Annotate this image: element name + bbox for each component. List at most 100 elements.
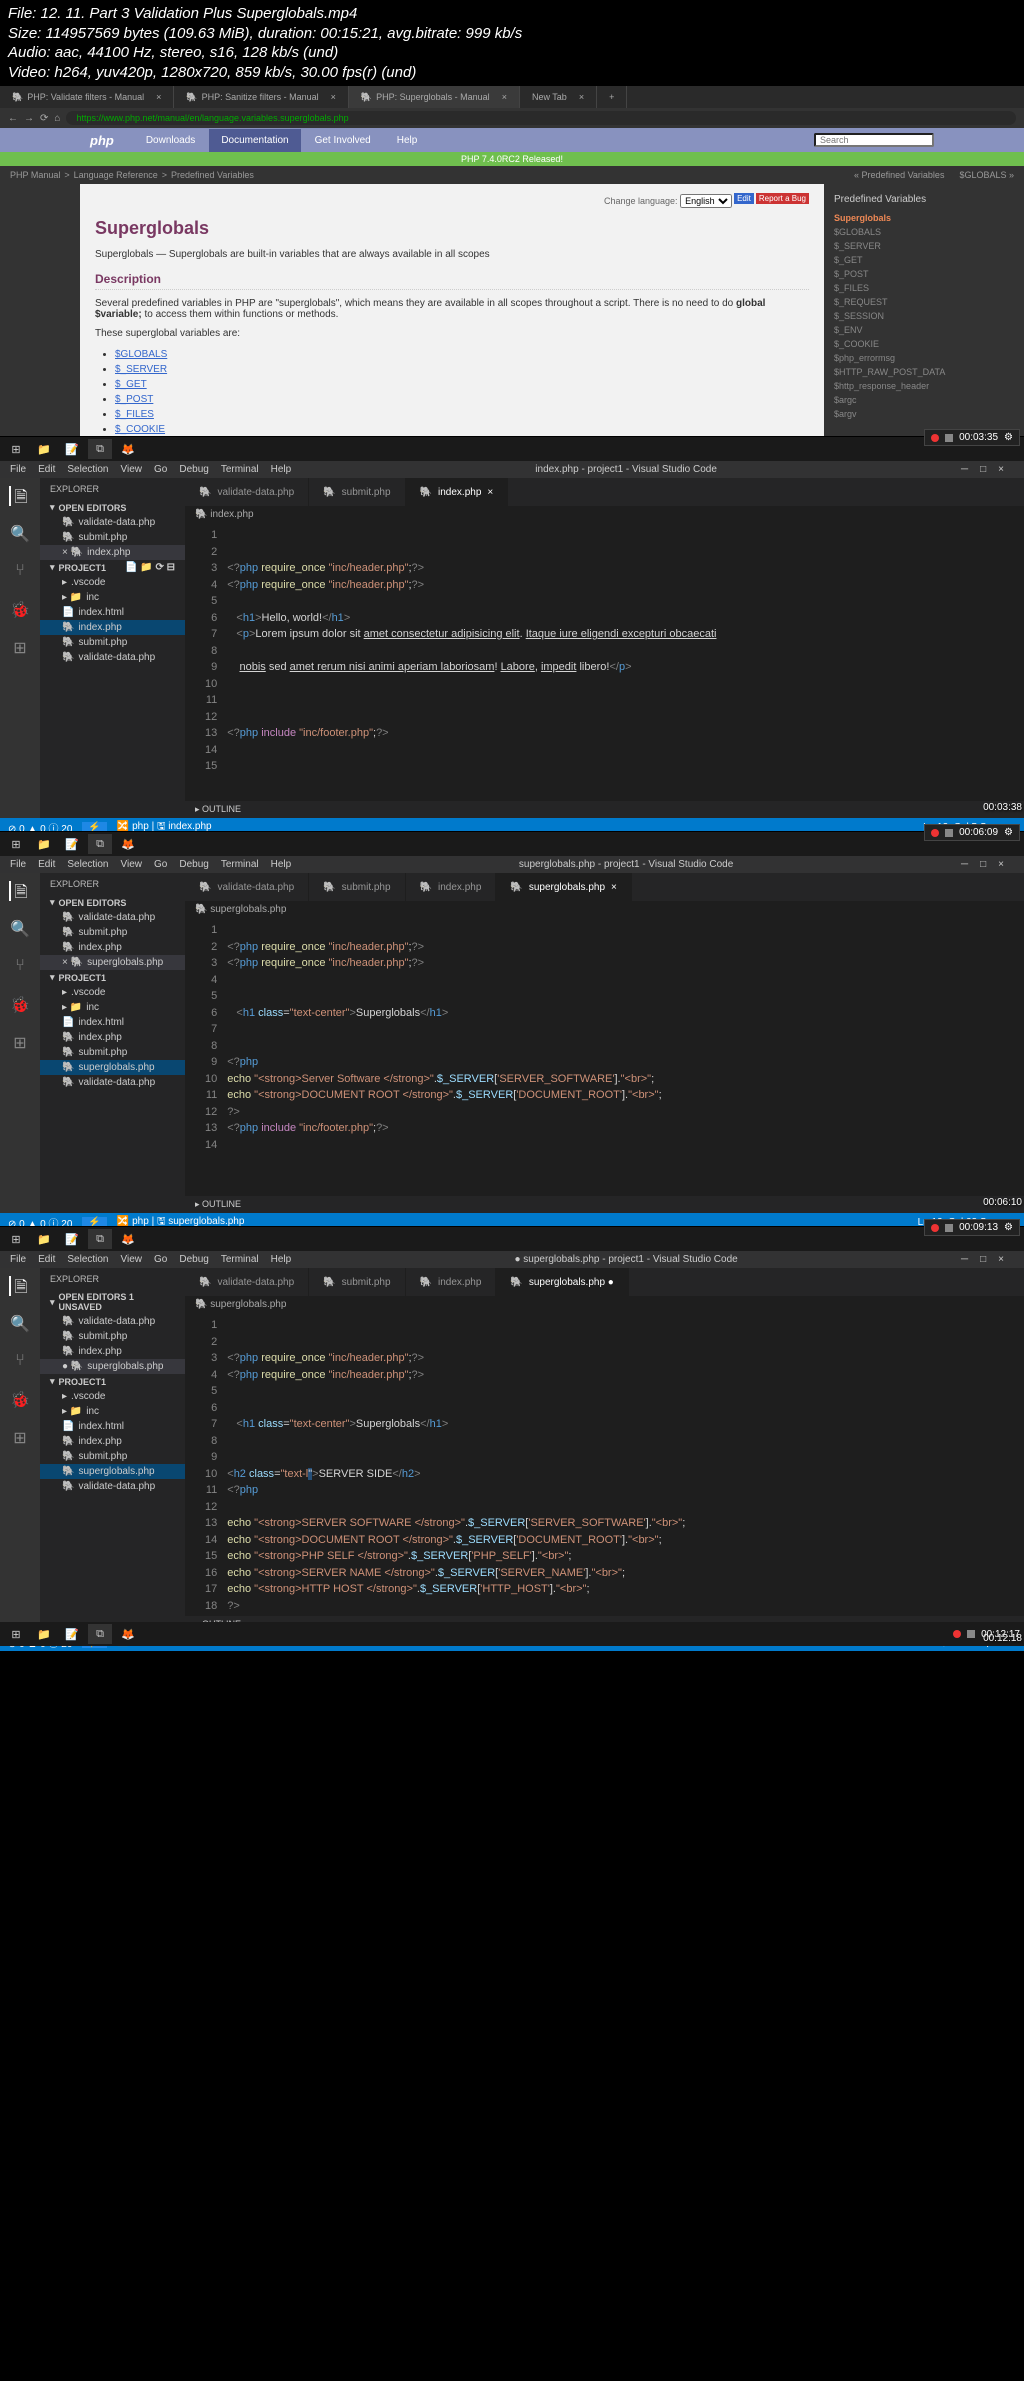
editor-item[interactable]: 🐘 submit.php xyxy=(40,1329,185,1344)
editor-item[interactable]: 🐘 index.php xyxy=(40,940,185,955)
editor-item[interactable]: 🐘 validate-data.php xyxy=(40,1314,185,1329)
tree-item[interactable]: ▸ 📁 inc xyxy=(40,1404,185,1419)
project-header[interactable]: ▾ PROJECT1 xyxy=(40,1374,185,1389)
minimize-icon[interactable]: ─ xyxy=(961,464,968,475)
code-editor[interactable]: 123456789101112131415 <?php require_once… xyxy=(185,523,1024,801)
menu-view[interactable]: View xyxy=(121,859,143,870)
tree-item[interactable]: ▸ .vscode xyxy=(40,985,185,1000)
edit-button[interactable]: Edit xyxy=(734,193,754,204)
outline-header[interactable]: ▸ OUTLINE xyxy=(185,1196,1024,1213)
editor-item[interactable]: × 🐘 index.php xyxy=(40,545,185,560)
menu-view[interactable]: View xyxy=(121,464,143,475)
menu-file[interactable]: File xyxy=(10,464,26,475)
search-icon[interactable]: 🔍 xyxy=(10,1314,30,1334)
editor-item[interactable]: 🐘 submit.php xyxy=(40,925,185,940)
tree-item[interactable]: 🐘 submit.php xyxy=(40,1045,185,1060)
minimap[interactable] xyxy=(984,918,1024,1196)
editor-breadcrumb[interactable]: 🐘 superglobals.php xyxy=(185,901,1024,918)
tree-item[interactable]: 🐘 submit.php xyxy=(40,635,185,650)
menu-help[interactable]: Help xyxy=(385,129,430,152)
code-content[interactable]: <?php require_once "inc/header.php";?> <… xyxy=(227,918,984,1196)
sidebar-item[interactable]: $argc xyxy=(834,393,934,407)
tab-close-icon[interactable]: × xyxy=(331,92,336,102)
firefox-icon[interactable]: 🦊 xyxy=(116,1624,140,1644)
menu-documentation[interactable]: Documentation xyxy=(209,129,300,152)
record-toolbar-icon[interactable]: ⚙ xyxy=(1004,827,1013,838)
tree-item[interactable]: 🐘 index.php xyxy=(40,1434,185,1449)
search-input[interactable] xyxy=(814,133,934,147)
debug-icon[interactable]: 🐞 xyxy=(10,600,30,620)
browser-tab[interactable]: 🐘 PHP: Validate filters - Manual× xyxy=(0,86,174,108)
sidebar-item[interactable]: $GLOBALS xyxy=(834,225,934,239)
editor-tab[interactable]: 🐘 submit.php xyxy=(309,873,405,901)
minimap[interactable] xyxy=(984,523,1024,801)
report-bug-button[interactable]: Report a Bug xyxy=(756,193,809,204)
editor-item[interactable]: × 🐘 superglobals.php xyxy=(40,955,185,970)
firefox-icon[interactable]: 🦊 xyxy=(116,439,140,459)
code-content[interactable]: <?php require_once "inc/header.php";?> <… xyxy=(227,523,984,801)
search-icon[interactable]: 🔍 xyxy=(10,919,30,939)
tree-item[interactable]: ▸ .vscode xyxy=(40,575,185,590)
tree-item[interactable]: 🐘 validate-data.php xyxy=(40,650,185,665)
tab-close-icon[interactable]: × xyxy=(502,92,507,102)
editor-tab[interactable]: 🐘 index.php xyxy=(406,1268,497,1296)
editor-tab[interactable]: 🐘 submit.php xyxy=(309,478,405,506)
menu-file[interactable]: File xyxy=(10,1254,26,1265)
maximize-icon[interactable]: □ xyxy=(980,859,986,870)
menu-go[interactable]: Go xyxy=(154,1254,167,1265)
url-input[interactable]: https://www.php.net/manual/en/language.v… xyxy=(66,111,1016,125)
stop-icon[interactable] xyxy=(945,1224,953,1232)
start-icon[interactable]: ⊞ xyxy=(4,834,28,854)
debug-icon[interactable]: 🐞 xyxy=(10,995,30,1015)
tree-item[interactable]: ▸ 📁 inc xyxy=(40,590,185,605)
editor-item[interactable]: ● 🐘 superglobals.php xyxy=(40,1359,185,1374)
close-icon[interactable]: × xyxy=(998,1254,1004,1265)
menu-go[interactable]: Go xyxy=(154,464,167,475)
forward-icon[interactable]: → xyxy=(24,113,34,124)
menu-selection[interactable]: Selection xyxy=(67,1254,108,1265)
code-content[interactable]: <?php require_once "inc/header.php";?> <… xyxy=(227,1313,984,1616)
scm-icon[interactable]: ⑂ xyxy=(10,957,30,977)
record-toolbar-icon[interactable]: ⚙ xyxy=(1004,432,1013,443)
start-icon[interactable]: ⊞ xyxy=(4,439,28,459)
editor-item[interactable]: 🐘 validate-data.php xyxy=(40,910,185,925)
record-toolbar-icon[interactable]: ⚙ xyxy=(1004,1222,1013,1233)
tree-item[interactable]: 🐘 validate-data.php xyxy=(40,1075,185,1090)
stop-icon[interactable] xyxy=(945,434,953,442)
firefox-icon[interactable]: 🦊 xyxy=(116,834,140,854)
menu-selection[interactable]: Selection xyxy=(67,859,108,870)
sidebar-item[interactable]: $argv xyxy=(834,407,934,421)
explorer-icon[interactable]: 🗎 xyxy=(9,486,29,506)
maximize-icon[interactable]: □ xyxy=(980,464,986,475)
tree-item[interactable]: 🐘 submit.php xyxy=(40,1449,185,1464)
menu-selection[interactable]: Selection xyxy=(67,464,108,475)
menu-file[interactable]: File xyxy=(10,859,26,870)
vscode-icon[interactable]: ⧉ xyxy=(88,1624,112,1644)
menu-terminal[interactable]: Terminal xyxy=(221,1254,259,1265)
open-editors-header[interactable]: ▾ OPEN EDITORS 1 UNSAVED xyxy=(40,1290,185,1314)
menu-debug[interactable]: Debug xyxy=(179,1254,208,1265)
sidebar-item[interactable]: $_REQUEST xyxy=(834,295,934,309)
var-link[interactable]: $_POST xyxy=(115,394,153,405)
search-icon[interactable]: 🔍 xyxy=(10,524,30,544)
menu-edit[interactable]: Edit xyxy=(38,1254,55,1265)
scm-icon[interactable]: ⑂ xyxy=(10,1352,30,1372)
firefox-icon[interactable]: 🦊 xyxy=(116,1229,140,1249)
sidebar-item[interactable]: $_SERVER xyxy=(834,239,934,253)
sidebar-item[interactable]: $_SESSION xyxy=(834,309,934,323)
tree-item[interactable]: ▸ 📁 inc xyxy=(40,1000,185,1015)
editor-item[interactable]: 🐘 submit.php xyxy=(40,530,185,545)
tree-item[interactable]: 🐘 superglobals.php xyxy=(40,1464,185,1479)
app-icon[interactable]: 📁 xyxy=(32,1624,56,1644)
editor-tab[interactable]: 🐘 index.php × xyxy=(406,478,509,506)
code-editor[interactable]: 1234567891011121314151617181920 <?php re… xyxy=(185,1313,1024,1616)
home-icon[interactable]: ⌂ xyxy=(54,113,60,124)
sidebar-item[interactable]: $_FILES xyxy=(834,281,934,295)
menu-edit[interactable]: Edit xyxy=(38,859,55,870)
bc-item[interactable]: PHP Manual xyxy=(10,170,60,180)
start-icon[interactable]: ⊞ xyxy=(4,1624,28,1644)
editor-tab[interactable]: 🐘 index.php xyxy=(406,873,497,901)
tree-item[interactable]: 🐘 index.php xyxy=(40,1030,185,1045)
close-icon[interactable]: × xyxy=(998,464,1004,475)
browser-tab[interactable]: 🐘 PHP: Sanitize filters - Manual× xyxy=(174,86,349,108)
